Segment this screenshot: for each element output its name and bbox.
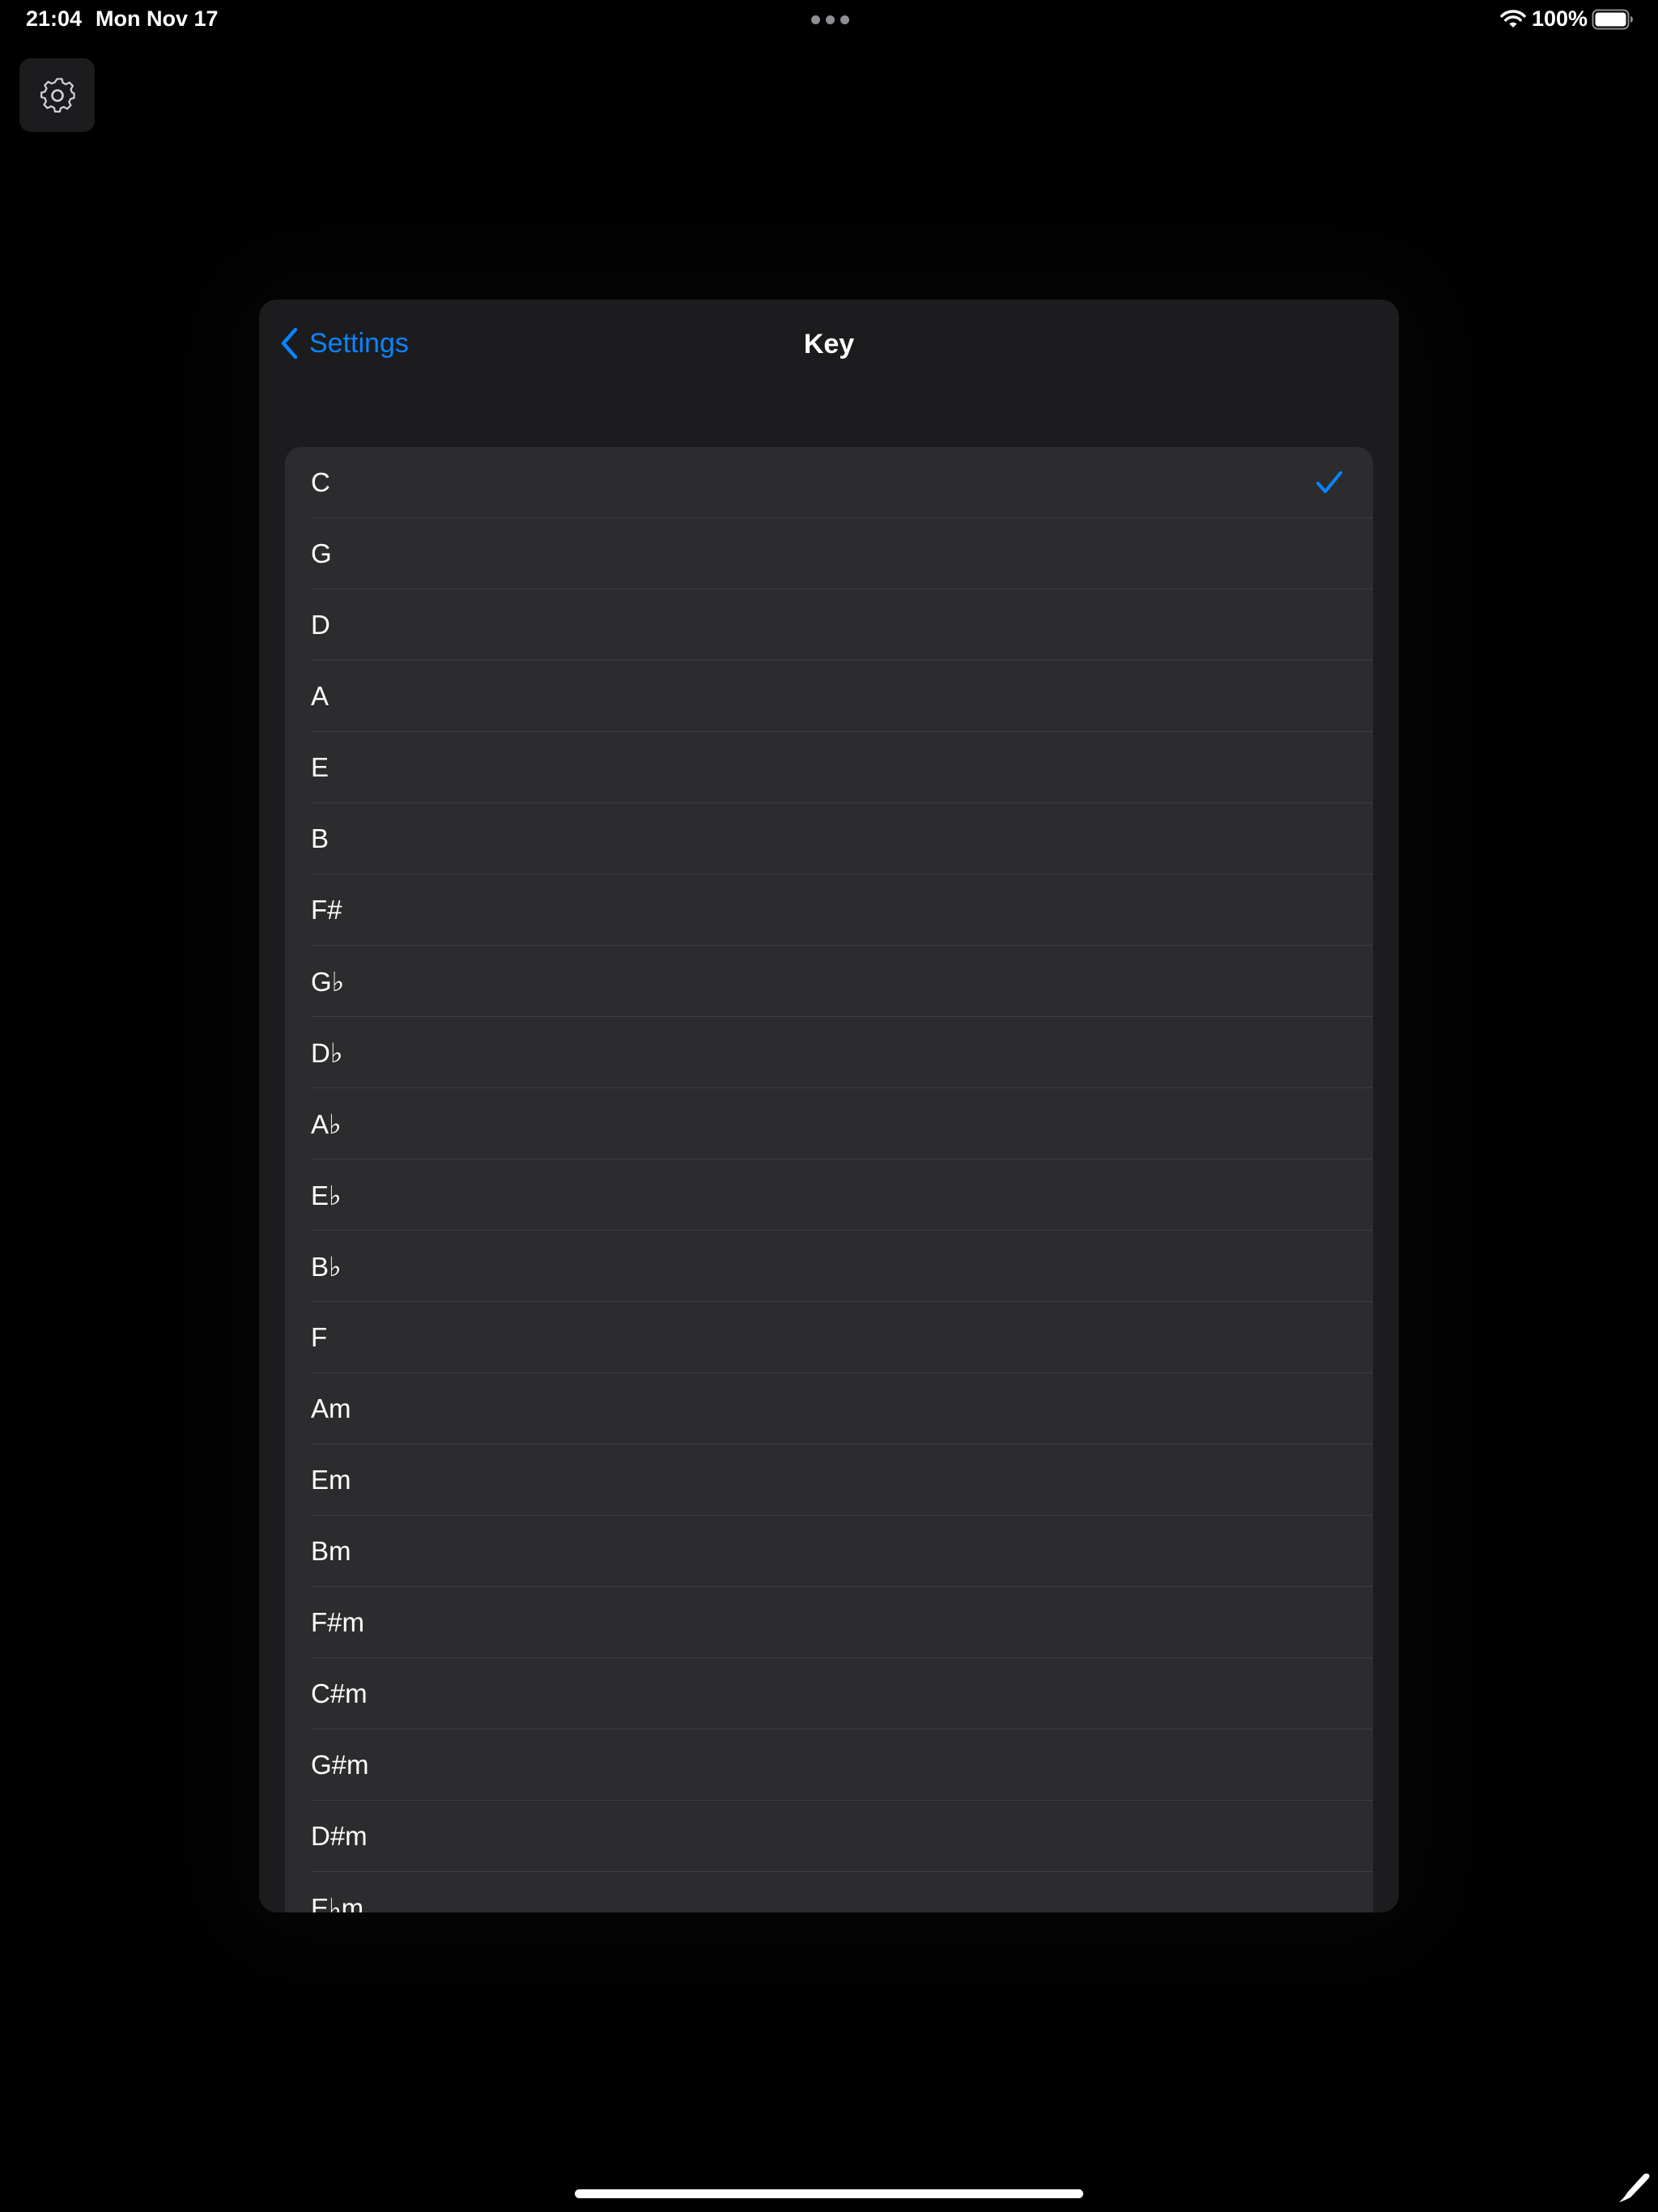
key-option-label: A [311,681,329,711]
key-option-row[interactable]: B [285,803,1373,874]
key-option-row[interactable]: Am [285,1373,1373,1444]
key-option-label: F#m [311,1607,364,1637]
key-option-label: B [311,823,329,853]
key-option-row[interactable]: D#m [285,1801,1373,1872]
navigation-bar: Settings Key [259,300,1399,389]
key-option-row[interactable]: F [285,1302,1373,1373]
key-option-row[interactable]: E♭ [285,1159,1373,1231]
key-option-row[interactable]: G#m [285,1729,1373,1801]
key-list: C G D A E B F# G♭ D♭ A♭ E♭ B♭ F Am Em Bm F#m C#m G#m D#m E♭m [285,447,1373,1912]
key-option-row[interactable]: D♭ [285,1017,1373,1088]
key-option-row[interactable]: A♭ [285,1088,1373,1159]
key-option-row[interactable]: F#m [285,1587,1373,1658]
key-option-label: C [311,467,330,497]
key-option-label: A♭ [311,1108,342,1139]
key-option-row[interactable]: F# [285,874,1373,946]
key-option-row[interactable]: G [285,518,1373,589]
key-option-label: G♭ [311,966,345,997]
status-time: 21:04 [26,6,83,31]
key-option-row[interactable]: E♭m [285,1872,1373,1913]
key-option-label: Em [311,1465,351,1495]
battery-icon [1592,9,1633,30]
status-date: Mon Nov 17 [96,6,219,31]
key-option-row[interactable]: E [285,732,1373,803]
checkmark-icon [1316,471,1342,493]
multitasking-dots-icon[interactable] [811,15,849,24]
page-title: Key [803,329,855,359]
settings-gear-button[interactable] [19,58,95,132]
key-option-label: E [311,752,329,782]
key-option-label: E♭ [311,1180,342,1210]
key-option-label: D#m [311,1821,368,1851]
key-option-label: C#m [311,1678,368,1708]
key-option-label: G#m [311,1750,369,1780]
key-option-label: Bm [311,1536,351,1566]
key-option-label: F [311,1322,328,1352]
key-picker-sheet: Settings Key C G D A E B F# G♭ D♭ A♭ E♭ B♭ F Am Em Bm F#… [259,300,1399,1912]
key-option-label: G [311,538,332,568]
key-option-label: E♭m [311,1892,364,1913]
key-option-row[interactable]: C#m [285,1658,1373,1729]
key-option-row[interactable]: A [285,661,1373,732]
home-indicator[interactable] [575,2189,1083,2198]
key-option-row[interactable]: Bm [285,1516,1373,1587]
pencil-icon [1619,2173,1650,2202]
key-option-label: B♭ [311,1251,342,1282]
key-option-label: D♭ [311,1037,343,1068]
key-option-label: D [311,610,330,640]
battery-percentage: 100% [1532,6,1588,31]
key-option-row[interactable]: B♭ [285,1231,1373,1302]
wifi-icon [1500,10,1526,28]
gear-icon [40,77,75,113]
key-option-row[interactable]: D [285,589,1373,661]
key-option-label: F# [311,895,342,925]
status-bar: 21:04 Mon Nov 17 100% [0,0,1658,39]
key-option-row[interactable]: Em [285,1444,1373,1516]
key-option-label: Am [311,1393,351,1423]
key-option-row[interactable]: G♭ [285,946,1373,1017]
key-option-row[interactable]: C [285,447,1373,518]
